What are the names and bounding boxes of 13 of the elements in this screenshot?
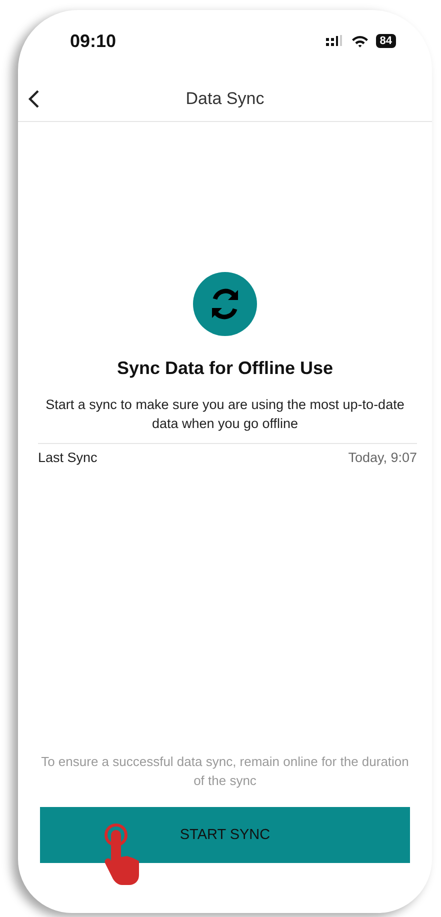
start-sync-button[interactable]: START SYNC bbox=[40, 807, 410, 863]
description-text: Start a sync to make sure you are using the most up-to-date data when you go offline bbox=[44, 396, 406, 433]
screen-title: Data Sync bbox=[186, 89, 264, 109]
battery-indicator: 84 bbox=[376, 34, 396, 48]
back-icon[interactable] bbox=[28, 89, 40, 109]
section-heading: Sync Data for Offline Use bbox=[116, 358, 334, 379]
sync-icon bbox=[193, 272, 257, 336]
note-text: To ensure a successful data sync, remain online for the duration of the sync bbox=[40, 753, 410, 790]
wifi-icon bbox=[350, 34, 369, 48]
last-sync-value: Today, 9:07 bbox=[348, 450, 417, 465]
last-sync-label: Last Sync bbox=[38, 450, 98, 465]
signal-icon bbox=[326, 35, 344, 47]
status-time: 09:10 bbox=[70, 30, 116, 52]
